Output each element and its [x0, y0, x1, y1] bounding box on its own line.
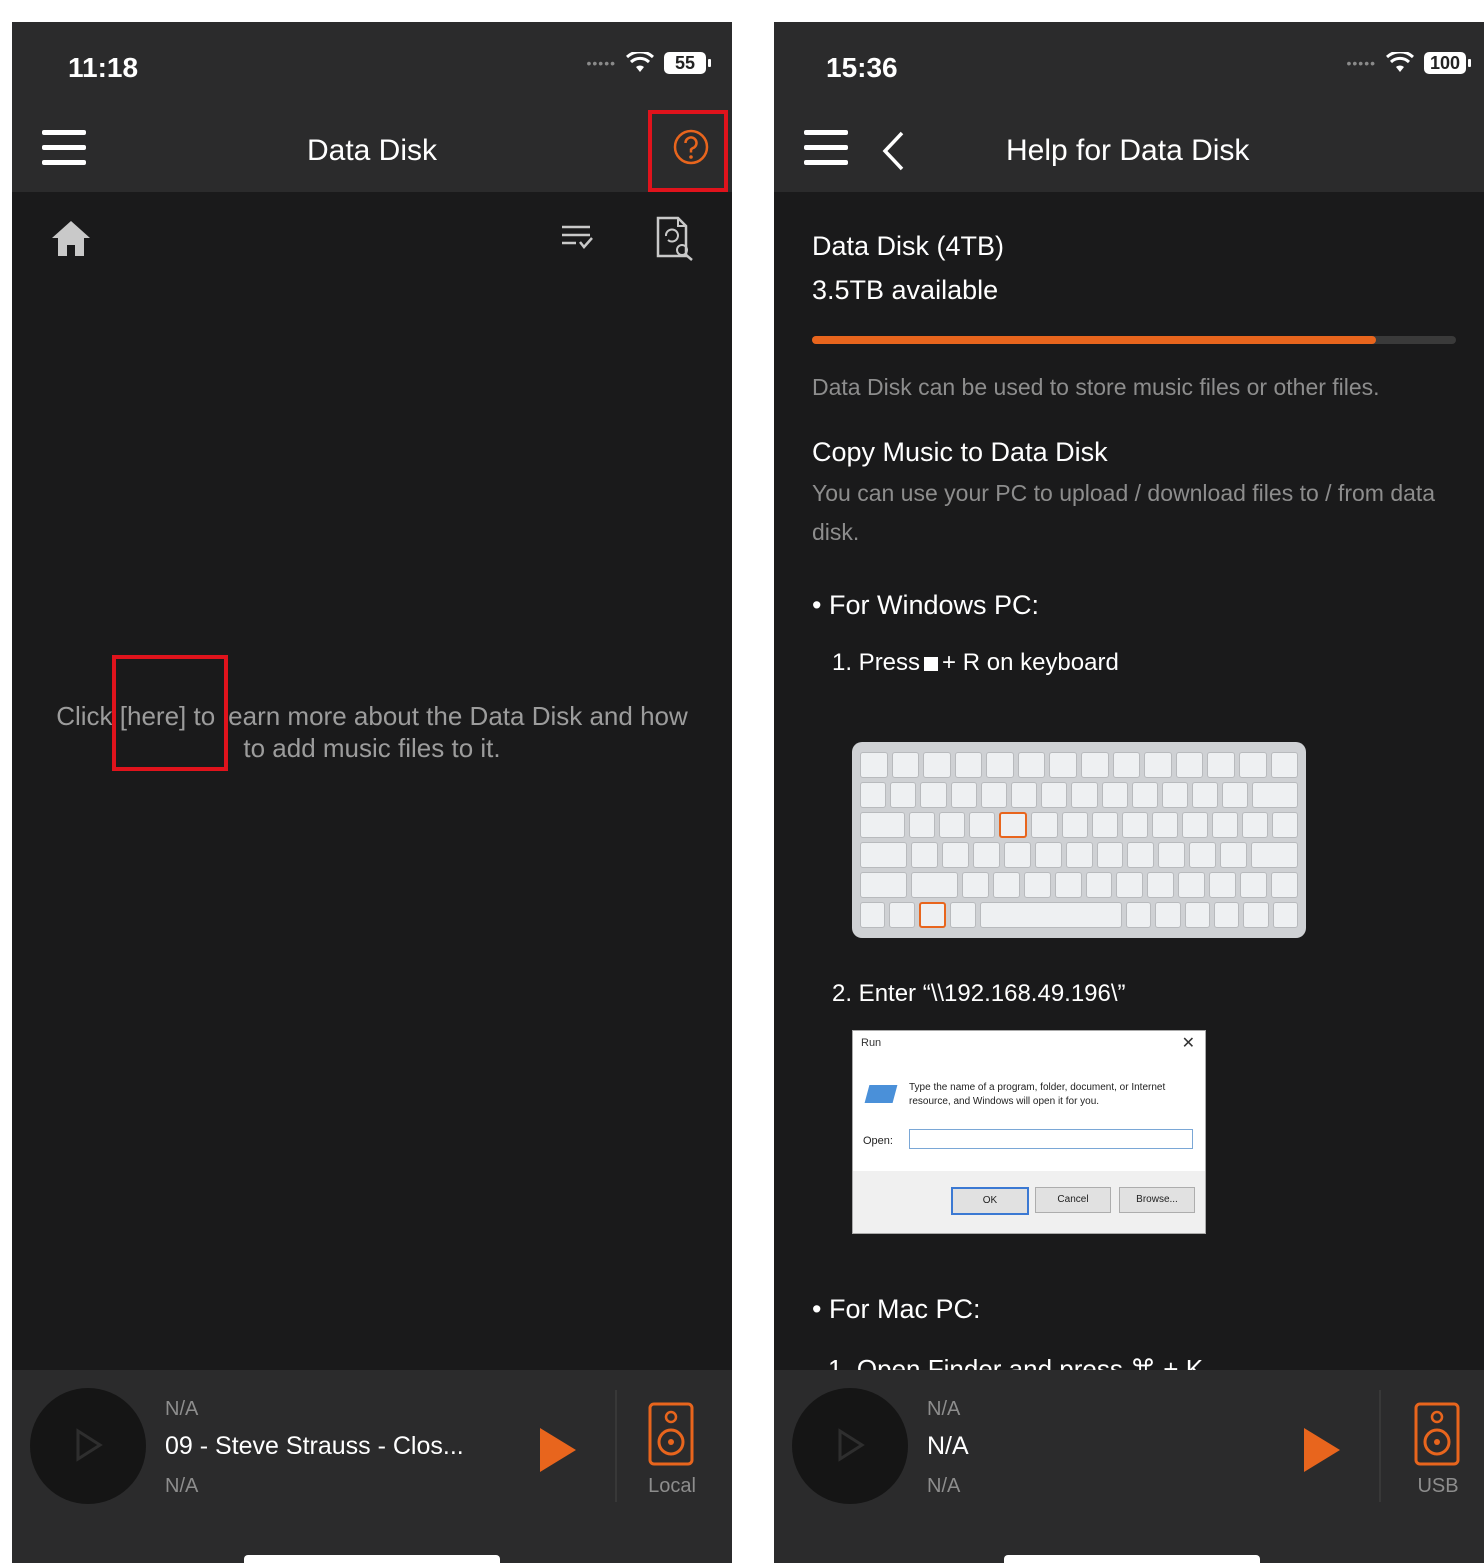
- file-search-icon[interactable]: [654, 216, 698, 262]
- copy-section-desc: You can use your PC to upload / download…: [812, 480, 1436, 545]
- windows-key-icon: [924, 656, 939, 671]
- toolbar: [12, 192, 732, 272]
- run-dialog-illustration: Run ✕ Type the name of a program, folder…: [852, 1030, 1206, 1234]
- copy-section-title: Copy Music to Data Disk: [812, 437, 1108, 467]
- status-bar: 11:18 ••••• 55: [12, 22, 732, 112]
- windows-step-1: 1. Press + R on keyboard: [812, 649, 1456, 677]
- status-time: 11:18: [68, 52, 139, 83]
- sort-list-icon[interactable]: [560, 222, 594, 254]
- help-screen: 15:36 ••••• 100 Help for Data Disk Data …: [774, 22, 1484, 1563]
- battery-icon: 100: [1424, 52, 1471, 74]
- disc-icon: [838, 1428, 865, 1462]
- run-app-icon: [864, 1085, 898, 1103]
- run-ok-button: OK: [951, 1187, 1029, 1215]
- player-artist: N/A: [165, 1398, 199, 1420]
- disc-icon: [76, 1428, 103, 1462]
- run-browse-button: Browse...: [1119, 1187, 1195, 1213]
- home-indicator: [1004, 1555, 1260, 1563]
- intro-text: Data Disk can be used to store music fil…: [812, 374, 1380, 400]
- play-icon[interactable]: [540, 1428, 576, 1472]
- player-album: N/A: [927, 1475, 961, 1497]
- player-divider: [1379, 1390, 1381, 1502]
- empty-message-suffix: to learn more about the Data Disk and ho…: [186, 701, 688, 763]
- speaker-icon[interactable]: [1414, 1402, 1460, 1466]
- run-dialog-footer: OK Cancel Browse...: [853, 1171, 1205, 1233]
- close-icon: ✕: [1181, 1035, 1195, 1052]
- player-divider: [615, 1390, 617, 1502]
- status-bar: 15:36 ••••• 100: [774, 22, 1484, 112]
- mac-heading: • For Mac PC:: [812, 1294, 981, 1324]
- output-label: Local: [648, 1475, 696, 1497]
- windows-heading: • For Windows PC:: [812, 590, 1039, 620]
- home-icon[interactable]: [50, 218, 92, 258]
- disk-name: Data Disk (4TB): [812, 231, 1005, 261]
- help-content: Data Disk (4TB) 3.5TB available Data Dis…: [812, 228, 1456, 677]
- empty-message-prefix: Click: [56, 701, 120, 731]
- highlight-box-here: [112, 655, 228, 771]
- back-chevron-icon[interactable]: [880, 130, 906, 172]
- player-track-title: 09 - Steve Strauss - Clos...: [165, 1432, 464, 1460]
- run-cancel-button: Cancel: [1035, 1187, 1111, 1213]
- storage-progress-fill: [812, 336, 1376, 344]
- player-album: N/A: [165, 1475, 199, 1497]
- player-track-title: N/A: [927, 1432, 969, 1460]
- storage-progress-bar: [812, 336, 1456, 344]
- nav-bar: Help for Data Disk: [774, 112, 1484, 192]
- speaker-icon[interactable]: [648, 1402, 694, 1466]
- mini-player[interactable]: N/A N/A N/A USB: [774, 1370, 1484, 1563]
- disk-available: 3.5TB available: [812, 275, 999, 305]
- album-art: [30, 1388, 146, 1504]
- mini-player[interactable]: N/A 09 - Steve Strauss - Clos... N/A Loc…: [12, 1370, 732, 1563]
- keyboard-illustration: [852, 742, 1306, 938]
- album-art: [792, 1388, 908, 1504]
- battery-icon: 55: [664, 52, 711, 74]
- page-title: Help for Data Disk: [1006, 134, 1250, 167]
- run-open-field: [909, 1129, 1193, 1149]
- home-indicator: [244, 1555, 500, 1563]
- windows-step-2: 2. Enter “\\192.168.49.196\”: [832, 980, 1126, 1007]
- data-disk-screen: 11:18 ••••• 55 Data Disk Click [here] to…: [12, 22, 732, 1563]
- hamburger-icon[interactable]: [804, 130, 848, 170]
- wifi-icon: [626, 52, 654, 72]
- player-artist: N/A: [927, 1398, 961, 1420]
- output-label: USB: [1417, 1475, 1459, 1497]
- run-dialog-title: Run: [861, 1037, 882, 1049]
- play-icon[interactable]: [1304, 1428, 1340, 1472]
- signal-dots-icon: •••••: [1346, 55, 1376, 71]
- run-dialog-description: Type the name of a program, folder, docu…: [909, 1082, 1166, 1107]
- page-title: Data Disk: [306, 134, 438, 167]
- highlight-box-help: [648, 110, 728, 192]
- run-open-label: Open:: [863, 1135, 893, 1147]
- signal-dots-icon: •••••: [586, 55, 616, 71]
- step1-suffix: + R on keyboard: [942, 649, 1119, 676]
- nav-bar: Data Disk: [12, 110, 732, 192]
- status-time: 15:36: [826, 52, 898, 83]
- wifi-icon: [1386, 52, 1414, 72]
- step1-prefix: 1. Press: [832, 649, 921, 676]
